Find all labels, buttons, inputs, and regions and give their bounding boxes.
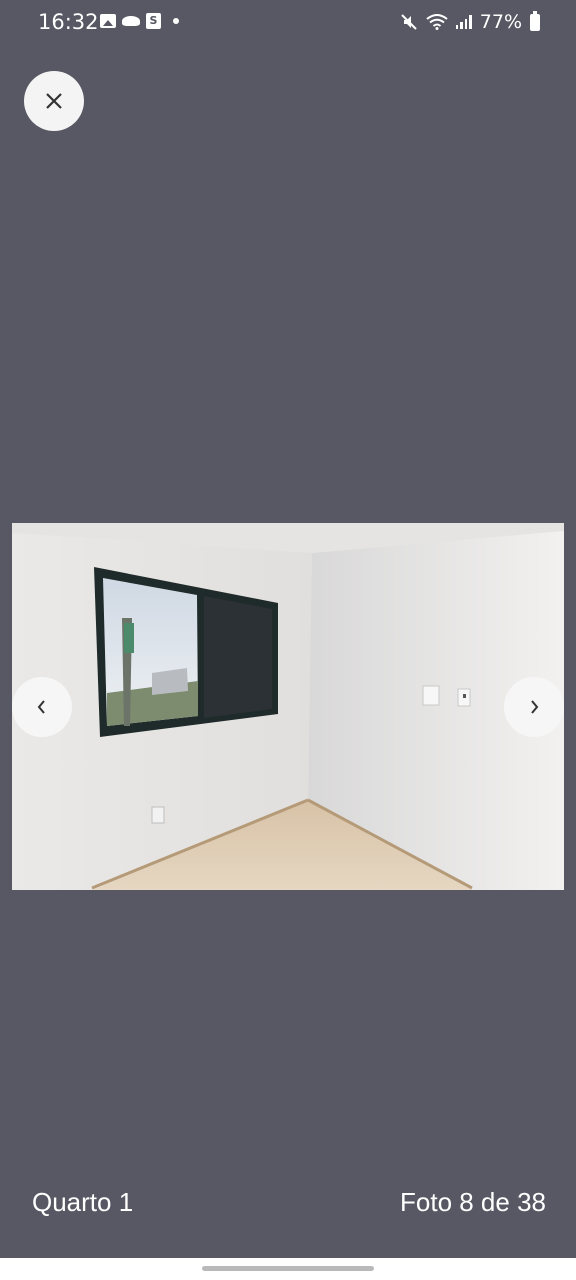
next-photo-button[interactable] [504,677,564,737]
close-icon [46,93,62,109]
chevron-right-icon [531,700,539,714]
mute-icon [400,13,418,31]
signal-icon [455,15,472,29]
battery-percentage: 77% [479,11,522,33]
home-gesture-bar[interactable] [202,1266,374,1271]
shop-icon: S [146,13,161,29]
gesture-navigation-area [0,1258,576,1280]
gallery-icon [100,14,116,28]
wifi-icon [426,14,448,30]
photo-counter: Foto 8 de 38 [400,1187,546,1217]
room-photo [12,523,564,890]
system-icons: 77% [400,10,540,33]
photo-label: Quarto 1 [32,1187,134,1217]
status-time: 16:32 [38,10,99,34]
close-button[interactable] [24,71,84,131]
previous-photo-button[interactable] [12,677,72,737]
dot-icon [173,18,179,24]
status-bar: 16:32 S 77% [0,0,576,46]
battery-icon [530,10,540,31]
bird-icon [122,16,140,26]
notification-icons: S [100,13,179,29]
chevron-left-icon [37,700,45,714]
